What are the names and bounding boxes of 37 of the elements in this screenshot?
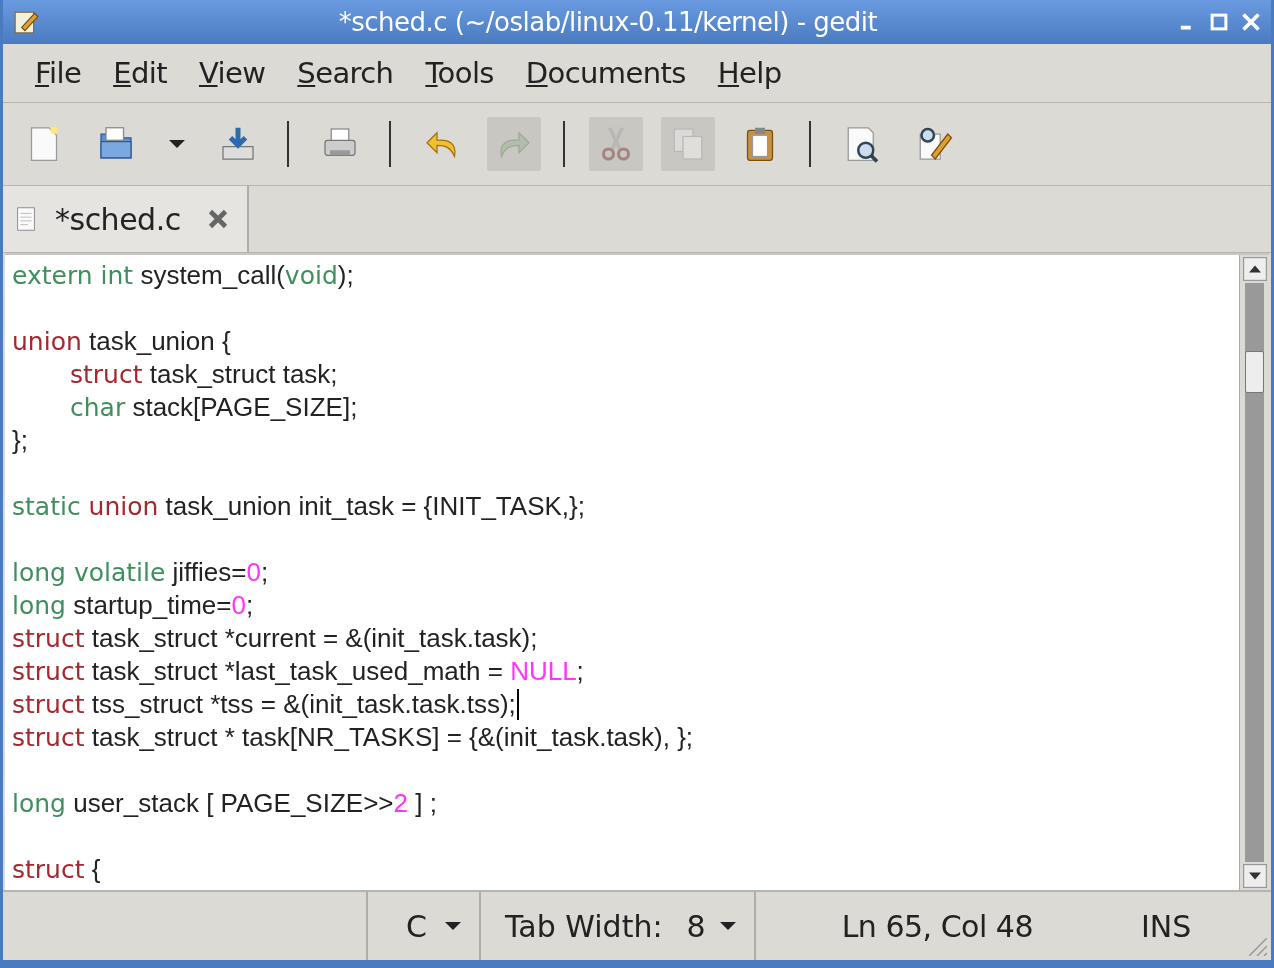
code-line: }; — [12, 425, 28, 456]
code-line: static union task_union init_task = {INIT_TASK,}; — [12, 491, 585, 522]
document-tab[interactable]: *sched.c — [3, 186, 249, 252]
scrollbar[interactable] — [1239, 255, 1269, 890]
scroll-down-icon[interactable] — [1243, 864, 1267, 888]
menu-item[interactable]: Help — [701, 52, 798, 94]
code-line: struct task_struct *last_task_used_math = NULL; — [12, 656, 584, 687]
menu-item[interactable]: View — [182, 52, 282, 94]
code-line: long volatile jiffies=0; — [12, 557, 269, 588]
resize-grip-icon — [1249, 938, 1267, 956]
code-line: long user_stack [ PAGE_SIZE>>2 ] ; — [12, 788, 437, 819]
maximize-icon[interactable] — [1209, 12, 1229, 32]
menu-item[interactable]: Search — [281, 52, 410, 94]
code-line: struct tss_struct *tss = &(init_task.task.tss); — [12, 689, 519, 720]
menu-item[interactable]: Edit — [97, 52, 183, 94]
menu-item[interactable]: Tools — [409, 52, 510, 94]
notepad-pencil-icon — [13, 9, 39, 35]
scrollbar-thumb[interactable] — [1245, 351, 1264, 393]
menu-item[interactable]: File — [19, 52, 98, 94]
code-line: char stack[PAGE_SIZE]; — [69, 392, 358, 423]
insert-mode: INS — [1141, 907, 1192, 946]
code-line: long startup_time=0; — [12, 590, 254, 621]
cursor-position: Ln 65, Col 48 — [841, 907, 1033, 946]
caret-icon — [169, 140, 185, 148]
code-line: struct { — [12, 854, 101, 885]
tab-label: *sched.c — [55, 201, 181, 237]
scroll-up-icon[interactable] — [1243, 257, 1267, 281]
menu-item[interactable]: Documents — [509, 52, 702, 94]
close-icon[interactable] — [1241, 12, 1261, 32]
caret-icon — [719, 922, 736, 930]
code-line: union task_union { — [12, 326, 231, 357]
caret-icon — [444, 922, 461, 930]
code-line: struct task_struct *current = &(init_task.task); — [12, 623, 538, 654]
code-line: extern int system_call(void); — [12, 260, 354, 291]
code-line: struct task_struct task; — [69, 359, 338, 390]
code-line: struct task_struct * task[NR_TASKS] = {&(init_task.task), }; — [12, 722, 694, 753]
window-title: *sched.c (~/oslab/linux-0.11/kernel) - gedit — [337, 7, 879, 37]
